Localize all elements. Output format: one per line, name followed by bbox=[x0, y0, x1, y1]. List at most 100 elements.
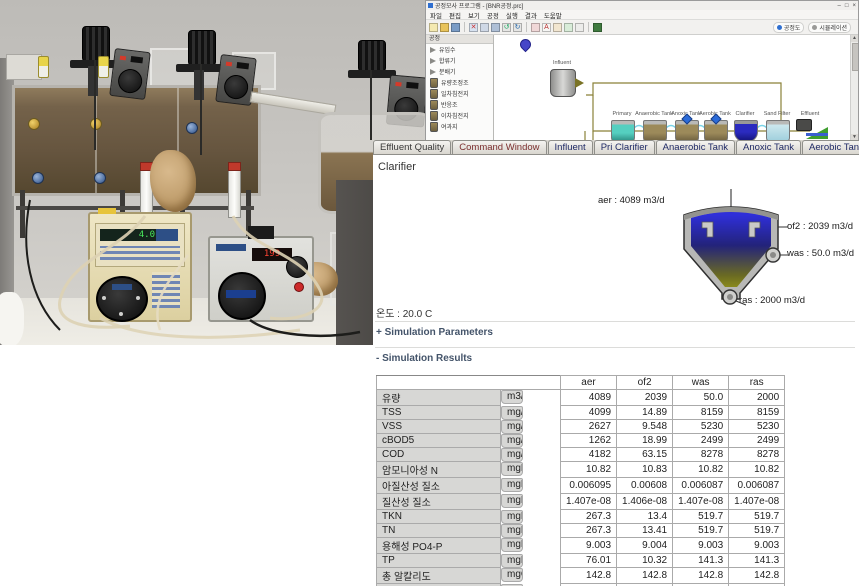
palette-item-0[interactable]: 유입수 bbox=[426, 44, 493, 55]
row-value: 0.006087 bbox=[673, 478, 729, 494]
palette-item-7[interactable]: 여과지 bbox=[426, 121, 493, 132]
tab-anoxic-tank[interactable]: Anoxic Tank bbox=[736, 140, 801, 154]
row-value: 9.004 bbox=[617, 538, 673, 554]
row-value: 1.407e-08 bbox=[673, 494, 729, 510]
font-icon[interactable]: A bbox=[542, 23, 551, 32]
tab-aerobic-tank[interactable]: Aerobic Tank bbox=[802, 140, 859, 154]
canvas-scrollbar[interactable]: ▲ ▼ bbox=[850, 35, 858, 141]
toolbar-separator bbox=[588, 22, 589, 32]
copy-icon[interactable] bbox=[480, 23, 489, 32]
palette-item-label: 이차침전지 bbox=[441, 111, 469, 120]
table-row-2: VSSmg/L26279.54852305230 bbox=[377, 420, 785, 434]
simulation-parameters-header[interactable]: + Simulation Parameters bbox=[376, 327, 493, 338]
menu-item-6[interactable]: 도움말 bbox=[544, 10, 562, 20]
menu-item-2[interactable]: 보기 bbox=[468, 10, 480, 20]
row-value: 2499 bbox=[729, 434, 785, 448]
unit-icon-clarifier[interactable] bbox=[734, 120, 758, 141]
save-icon[interactable] bbox=[451, 23, 460, 32]
undo-icon[interactable]: ↺ bbox=[502, 23, 511, 32]
row-value: 4182 bbox=[561, 448, 617, 462]
row-unit: mgN/L bbox=[501, 478, 523, 492]
table-row-12: 총 알칼리도mgCaCO3/L142.8142.8142.8142.8 bbox=[377, 568, 785, 584]
row-value: 0.006087 bbox=[729, 478, 785, 494]
pump2-display: 199 bbox=[252, 248, 292, 261]
unit-icon-anoxic-tank[interactable] bbox=[675, 120, 699, 141]
new-icon[interactable] bbox=[429, 23, 438, 32]
tab-influent[interactable]: Influent bbox=[548, 140, 593, 154]
stop-select[interactable] bbox=[575, 23, 584, 32]
row-value: 142.8 bbox=[561, 568, 617, 584]
unit-icon-primary[interactable] bbox=[611, 120, 635, 141]
tab-command-window[interactable]: Command Window bbox=[452, 140, 546, 154]
clarifier-diagram bbox=[674, 189, 790, 311]
audio-icon[interactable] bbox=[593, 23, 602, 32]
redo-icon[interactable]: ↻ bbox=[513, 23, 522, 32]
close-button[interactable]: × bbox=[852, 3, 856, 9]
scroll-up-arrow[interactable]: ▲ bbox=[851, 35, 858, 42]
menu-item-5[interactable]: 결과 bbox=[525, 10, 537, 20]
aer-flow-label: aer : 4089 m3/d bbox=[598, 195, 665, 206]
row-unit: mg/L bbox=[501, 448, 523, 462]
stirrer-clamp bbox=[194, 70, 204, 100]
row-value: 8159 bbox=[729, 406, 785, 420]
palette-list: 유입수합류기분배기유량조정조일차침전지반응조이차침전지여과지 bbox=[426, 44, 493, 132]
menu-item-3[interactable]: 공정 bbox=[487, 10, 499, 20]
pump1-head bbox=[96, 276, 148, 322]
palette-item-3[interactable]: 유량조정조 bbox=[426, 77, 493, 88]
stirrer-mount bbox=[348, 70, 396, 78]
row-value: 10.82 bbox=[673, 462, 729, 478]
palette-item-6[interactable]: 이차침전지 bbox=[426, 110, 493, 121]
influent-icon[interactable] bbox=[550, 69, 576, 97]
header-blank bbox=[377, 376, 561, 390]
paste-icon[interactable] bbox=[491, 23, 500, 32]
controller-led bbox=[226, 62, 232, 67]
foam-cup bbox=[0, 292, 24, 345]
row-value: 141.3 bbox=[729, 554, 785, 568]
unit-icon-aerobic-tank[interactable] bbox=[704, 120, 728, 141]
menu-bar: 파일 편집 보기 공정 실행 결과 도움말 bbox=[426, 10, 858, 20]
row-value: 519.7 bbox=[673, 524, 729, 538]
table-row-0: 유량m3/d4089203950.02000 bbox=[377, 390, 785, 406]
menu-item-4[interactable]: 실행 bbox=[506, 10, 518, 20]
cut-icon[interactable]: ✕ bbox=[469, 23, 478, 32]
simulation-results-header[interactable]: - Simulation Results bbox=[376, 353, 472, 364]
rotameter bbox=[228, 168, 241, 218]
flowsheet-canvas[interactable]: Influent PrimaryAnaerobic TankAnoxic Tan… bbox=[494, 35, 858, 141]
wall-device bbox=[6, 54, 42, 80]
row-unit: mgN/L bbox=[501, 462, 523, 476]
tab-effluent-quality[interactable]: Effluent Quality bbox=[373, 140, 451, 154]
run-icon[interactable] bbox=[553, 23, 562, 32]
pump2-head bbox=[218, 272, 266, 320]
palette-item-1[interactable]: 합류기 bbox=[426, 55, 493, 66]
simulation-chip[interactable]: 시뮬레이션 bbox=[808, 22, 851, 33]
was-flow-label: was : 50.0 m3/d bbox=[787, 248, 854, 259]
palette-item-2[interactable]: 분배기 bbox=[426, 66, 493, 77]
row-value: 142.8 bbox=[729, 568, 785, 584]
menu-item-1[interactable]: 편집 bbox=[449, 10, 461, 20]
tab-anaerobic-tank[interactable]: Anaerobic Tank bbox=[656, 140, 735, 154]
column-header-was: was bbox=[673, 376, 729, 390]
menu-item-0[interactable]: 파일 bbox=[430, 10, 442, 20]
zoom-icon[interactable] bbox=[531, 23, 540, 32]
tab-pri-clarifier[interactable]: Pri Clarifier bbox=[594, 140, 655, 154]
row-value: 14.89 bbox=[617, 406, 673, 420]
column-header-ras: ras bbox=[729, 376, 785, 390]
row-value: 2499 bbox=[673, 434, 729, 448]
open-icon[interactable] bbox=[440, 23, 449, 32]
unit-icon-sand-filter[interactable] bbox=[766, 120, 790, 141]
minimize-button[interactable]: – bbox=[838, 3, 841, 9]
table-row-4: CODmg/L418263.1582788278 bbox=[377, 448, 785, 462]
palette-item-5[interactable]: 반응조 bbox=[426, 99, 493, 110]
unit-icon-anaerobic-tank[interactable] bbox=[643, 120, 667, 141]
table-row-10: 용해성 PO4-PmgP/L9.0039.0049.0039.003 bbox=[377, 538, 785, 554]
scroll-thumb[interactable] bbox=[852, 43, 858, 71]
row-name: TSS bbox=[377, 406, 501, 420]
valve bbox=[186, 122, 198, 134]
chart-icon[interactable] bbox=[564, 23, 573, 32]
row-value: 0.00608 bbox=[617, 478, 673, 494]
palette-item-4[interactable]: 일차침전지 bbox=[426, 88, 493, 99]
maximize-button[interactable]: □ bbox=[845, 3, 849, 9]
row-value: 9.003 bbox=[561, 538, 617, 554]
process-view-chip[interactable]: 공정도 bbox=[773, 22, 805, 33]
unit-palette: 공정 유입수합류기분배기유량조정조일차침전지반응조이차침전지여과지 bbox=[426, 35, 494, 141]
